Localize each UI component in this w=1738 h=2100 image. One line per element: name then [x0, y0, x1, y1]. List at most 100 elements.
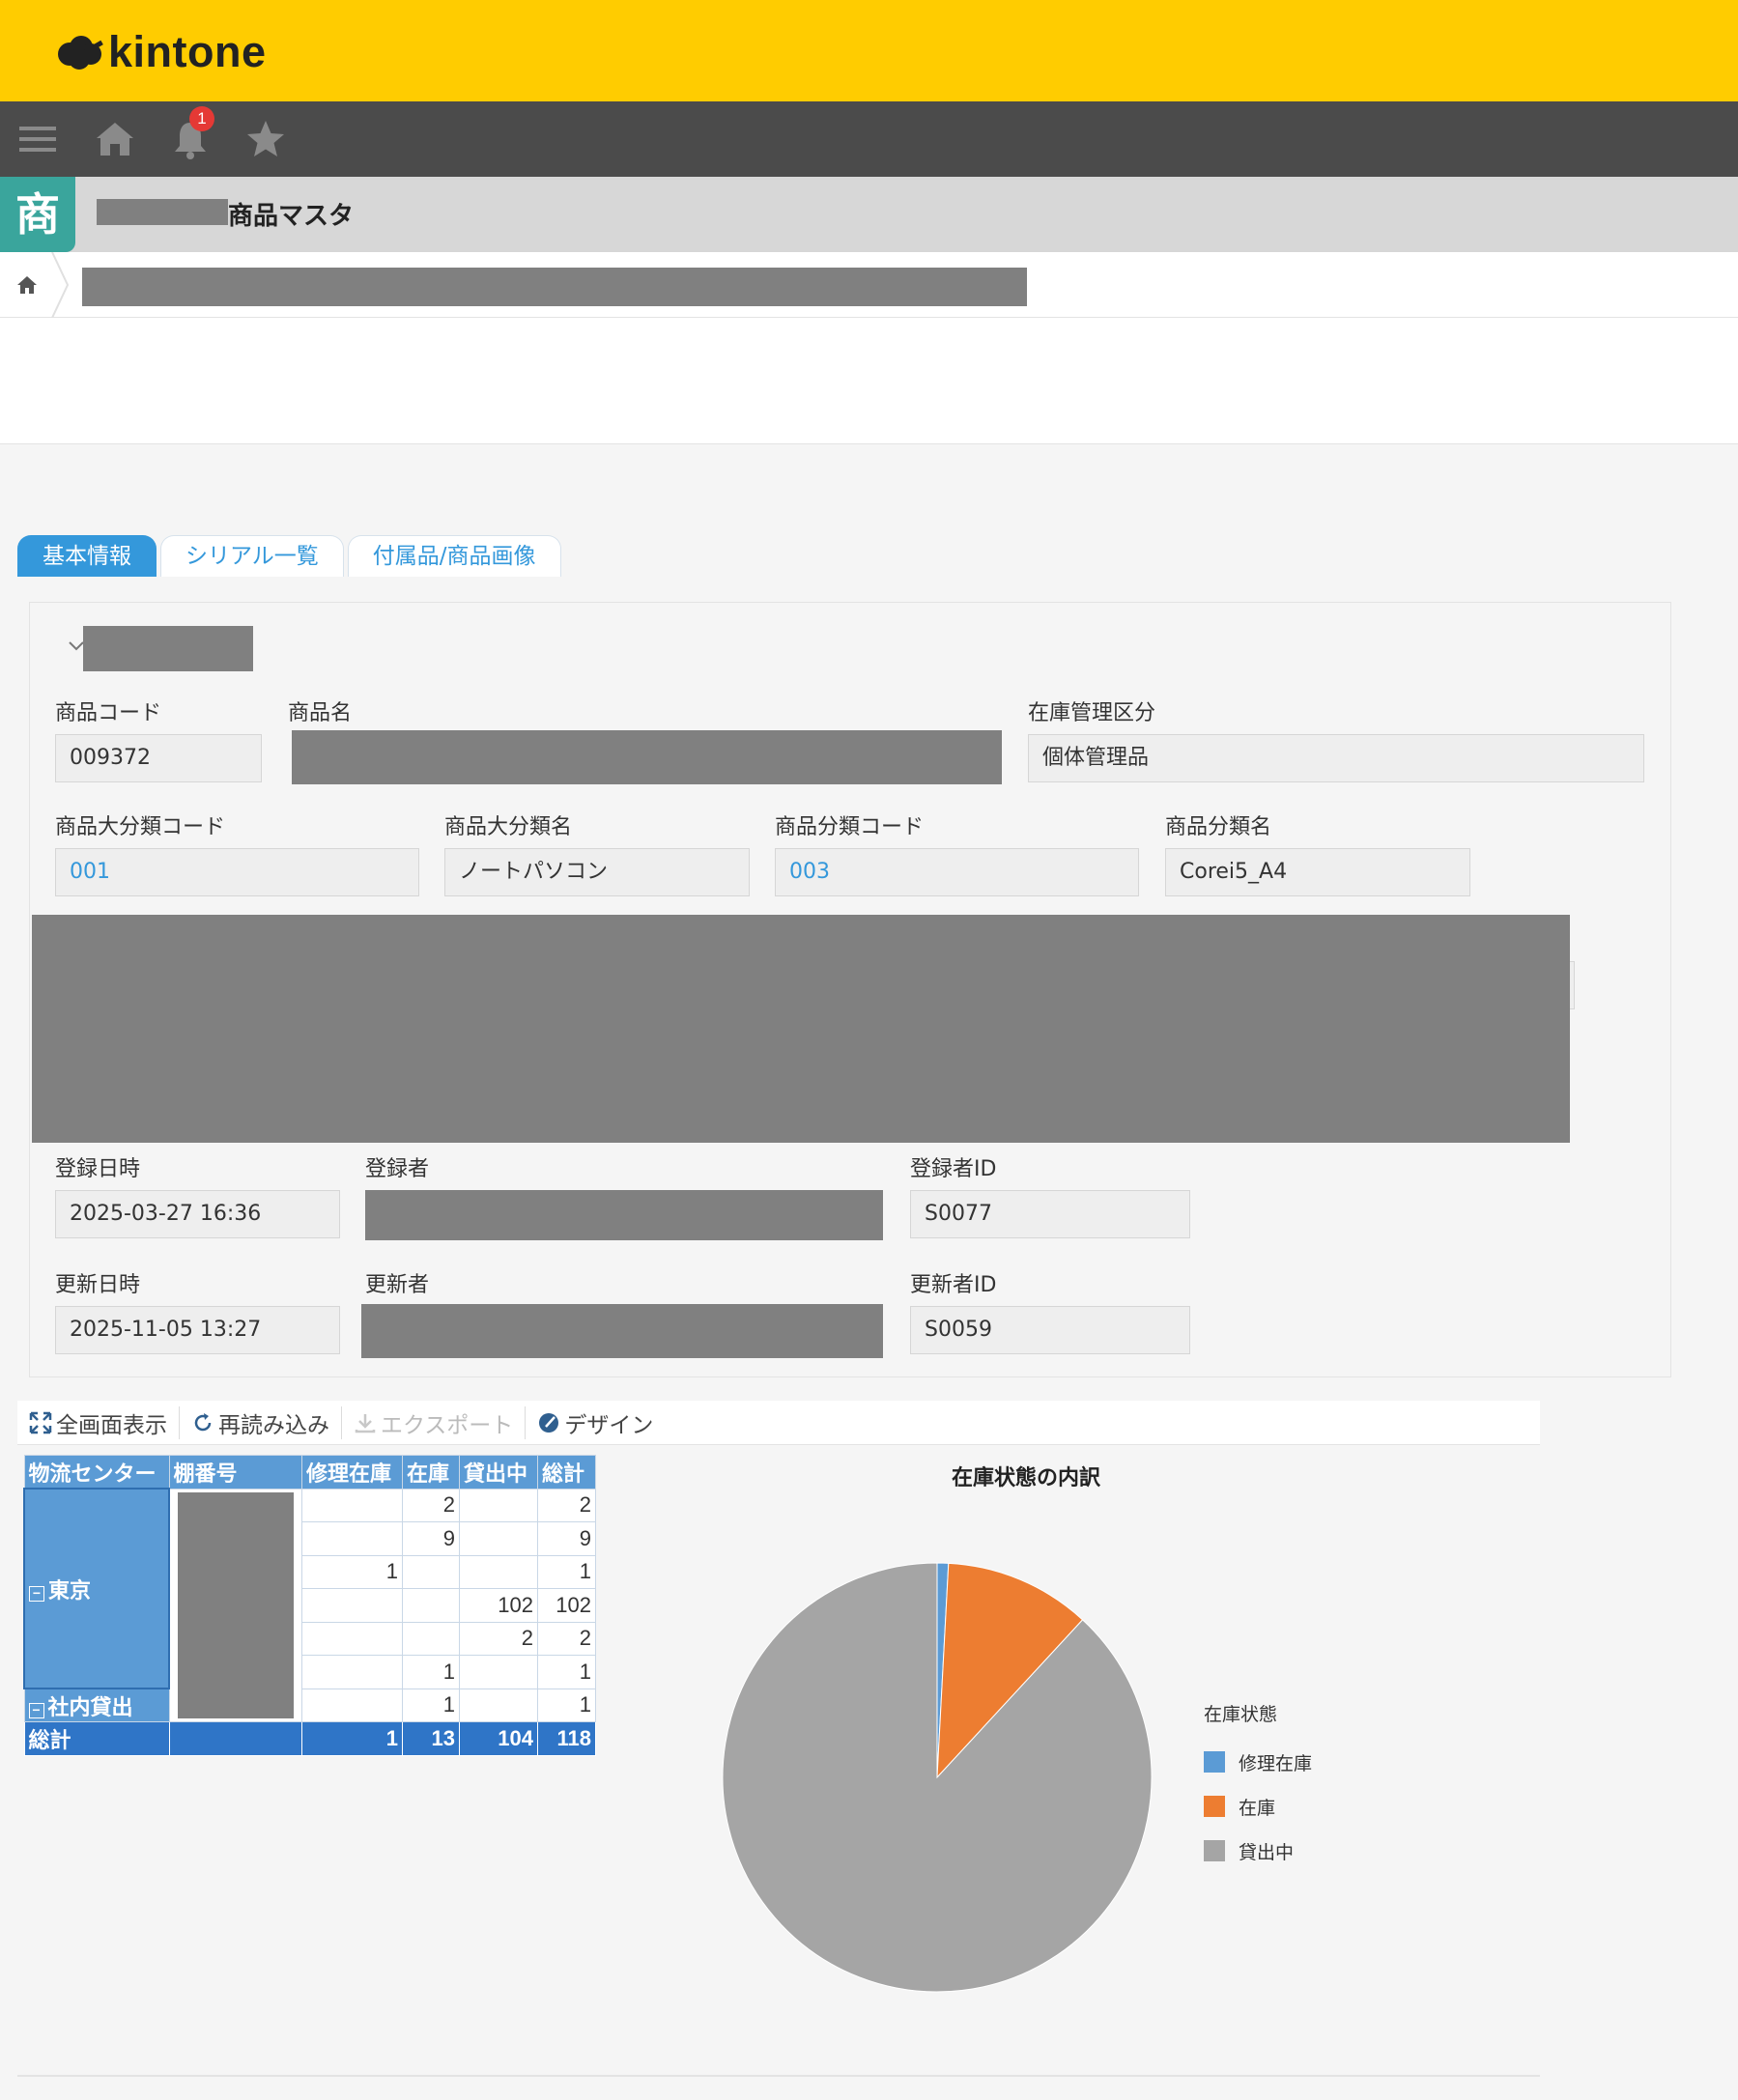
- tab-serial-list[interactable]: シリアル一覧: [160, 535, 344, 577]
- cat-code-link[interactable]: 003: [775, 848, 1139, 896]
- cell: [402, 1554, 460, 1589]
- chart-legend: 在庫状態 修理在庫在庫貸出中: [1204, 1700, 1312, 1873]
- redacted-updated-by: [361, 1304, 883, 1358]
- kintone-header: kintone: [0, 0, 1738, 101]
- updated-by-id-label: 更新者ID: [910, 1273, 997, 1297]
- cell: 2: [402, 1488, 460, 1522]
- legend-swatch: [1204, 1840, 1225, 1861]
- legend-item[interactable]: 修理在庫: [1204, 1740, 1312, 1784]
- cell: 1: [301, 1554, 403, 1589]
- kintone-logo[interactable]: kintone: [54, 25, 267, 79]
- cell: 9: [537, 1521, 596, 1556]
- total-empty: [168, 1721, 302, 1756]
- redacted-space-name: [97, 199, 228, 225]
- cell: [301, 1488, 403, 1522]
- cell: 2: [537, 1488, 596, 1522]
- total-label: 総計: [23, 1721, 170, 1756]
- total-cell: 13: [402, 1721, 460, 1756]
- legend-label: 修理在庫: [1239, 1752, 1313, 1774]
- cell: 102: [459, 1588, 538, 1623]
- product-name-label: 商品名: [288, 701, 353, 725]
- star-icon[interactable]: [243, 117, 288, 161]
- col-header-stock[interactable]: 在庫: [402, 1455, 460, 1490]
- created-by-id-label: 登録者ID: [910, 1157, 997, 1181]
- cell: [459, 1554, 538, 1589]
- major-cat-code-link[interactable]: 001: [55, 848, 419, 896]
- redacted-created-by: [365, 1190, 883, 1240]
- header-spacer: [0, 318, 1738, 444]
- breadcrumb-separator-icon: [51, 252, 70, 318]
- cell: 2: [459, 1621, 538, 1656]
- cat-name-field: Corei5_A4: [1165, 848, 1470, 896]
- total-cell: 118: [537, 1721, 596, 1756]
- cell: [301, 1588, 403, 1623]
- legend-item[interactable]: 貸出中: [1204, 1829, 1312, 1873]
- pivot-toolbar: 全画面表示 再読み込み エクスポート デザイン: [17, 1401, 1540, 1445]
- logo-text: kintone: [108, 27, 267, 76]
- legend-item[interactable]: 在庫: [1204, 1784, 1312, 1829]
- cell: 1: [402, 1655, 460, 1689]
- notification-badge: 1: [189, 106, 214, 131]
- major-cat-name-field: ノートパソコン: [444, 848, 750, 896]
- cell: 102: [537, 1588, 596, 1623]
- legend-items: 修理在庫在庫貸出中: [1204, 1740, 1312, 1873]
- pie-chart: [722, 1562, 1153, 1993]
- tab-basic-info[interactable]: 基本情報: [17, 535, 157, 577]
- group-tokyo[interactable]: − 東京: [23, 1488, 170, 1689]
- design-button[interactable]: デザイン: [526, 1406, 665, 1439]
- collapse-icon[interactable]: −: [28, 1702, 44, 1718]
- design-label: デザイン: [564, 1412, 654, 1438]
- export-button[interactable]: エクスポート: [342, 1405, 527, 1439]
- home-icon[interactable]: [93, 117, 137, 161]
- collapse-icon[interactable]: −: [29, 1585, 44, 1602]
- product-code-field: 009372: [55, 734, 262, 782]
- group-internal-lending[interactable]: − 社内貸出: [23, 1688, 170, 1722]
- total-cell: 1: [301, 1721, 403, 1756]
- total-cell: 104: [459, 1721, 538, 1756]
- cell: [459, 1688, 538, 1722]
- fullscreen-label: 全画面表示: [56, 1412, 167, 1438]
- kintone-cloud-icon: [58, 36, 103, 70]
- cell: [301, 1621, 403, 1656]
- cell: [402, 1621, 460, 1656]
- col-header-center[interactable]: 物流センター: [23, 1455, 170, 1490]
- breadcrumb: [0, 252, 1738, 318]
- shelf-cell: [168, 1488, 302, 1722]
- col-header-shelf[interactable]: 棚番号: [168, 1455, 302, 1490]
- tab-accessories-images[interactable]: 付属品/商品画像: [347, 535, 561, 577]
- legend-title: 在庫状態: [1204, 1704, 1278, 1725]
- group-internal-lending-label: 社内貸出: [47, 1694, 133, 1719]
- reload-button[interactable]: 再読み込み: [180, 1405, 342, 1439]
- stock-mgmt-field: 個体管理品: [1028, 734, 1644, 782]
- legend-label: 在庫: [1239, 1797, 1276, 1819]
- col-header-repair[interactable]: 修理在庫: [301, 1455, 403, 1490]
- cell: [402, 1588, 460, 1623]
- created-at-field: 2025-03-27 16:36: [55, 1190, 340, 1238]
- updated-by-id-field: S0059: [910, 1306, 1190, 1354]
- field-edge: [1570, 961, 1575, 1009]
- total-row: 総計 1 13 104 118: [23, 1721, 596, 1756]
- col-header-total[interactable]: 総計: [537, 1455, 596, 1490]
- cell: [301, 1521, 403, 1556]
- bottom-divider: [17, 2075, 1540, 2077]
- group-tokyo-label: 東京: [48, 1577, 92, 1603]
- pie-slice-2[interactable]: [722, 1562, 1153, 1993]
- palette-icon: [539, 1412, 559, 1433]
- cat-code-label: 商品分類コード: [775, 815, 925, 839]
- app-icon[interactable]: 商: [0, 177, 75, 252]
- app-title[interactable]: 商品マスタ: [228, 196, 354, 232]
- fullscreen-button[interactable]: 全画面表示: [17, 1405, 180, 1439]
- updated-at-label: 更新日時: [55, 1273, 141, 1297]
- breadcrumb-home-icon[interactable]: [15, 273, 39, 297]
- cell: 1: [537, 1688, 596, 1722]
- created-by-label: 登録者: [365, 1157, 430, 1181]
- record-tabs: 基本情報 シリアル一覧 付属品/商品画像: [17, 535, 565, 577]
- major-cat-name-label: 商品大分類名: [444, 815, 573, 839]
- menu-icon[interactable]: [17, 117, 62, 161]
- redacted-group-title: [83, 626, 253, 671]
- created-by-id-field: S0077: [910, 1190, 1190, 1238]
- col-header-lent[interactable]: 貸出中: [459, 1455, 538, 1490]
- major-cat-code-label: 商品大分類コード: [55, 815, 226, 839]
- stock-mgmt-label: 在庫管理区分: [1028, 701, 1156, 725]
- cell: 1: [537, 1554, 596, 1589]
